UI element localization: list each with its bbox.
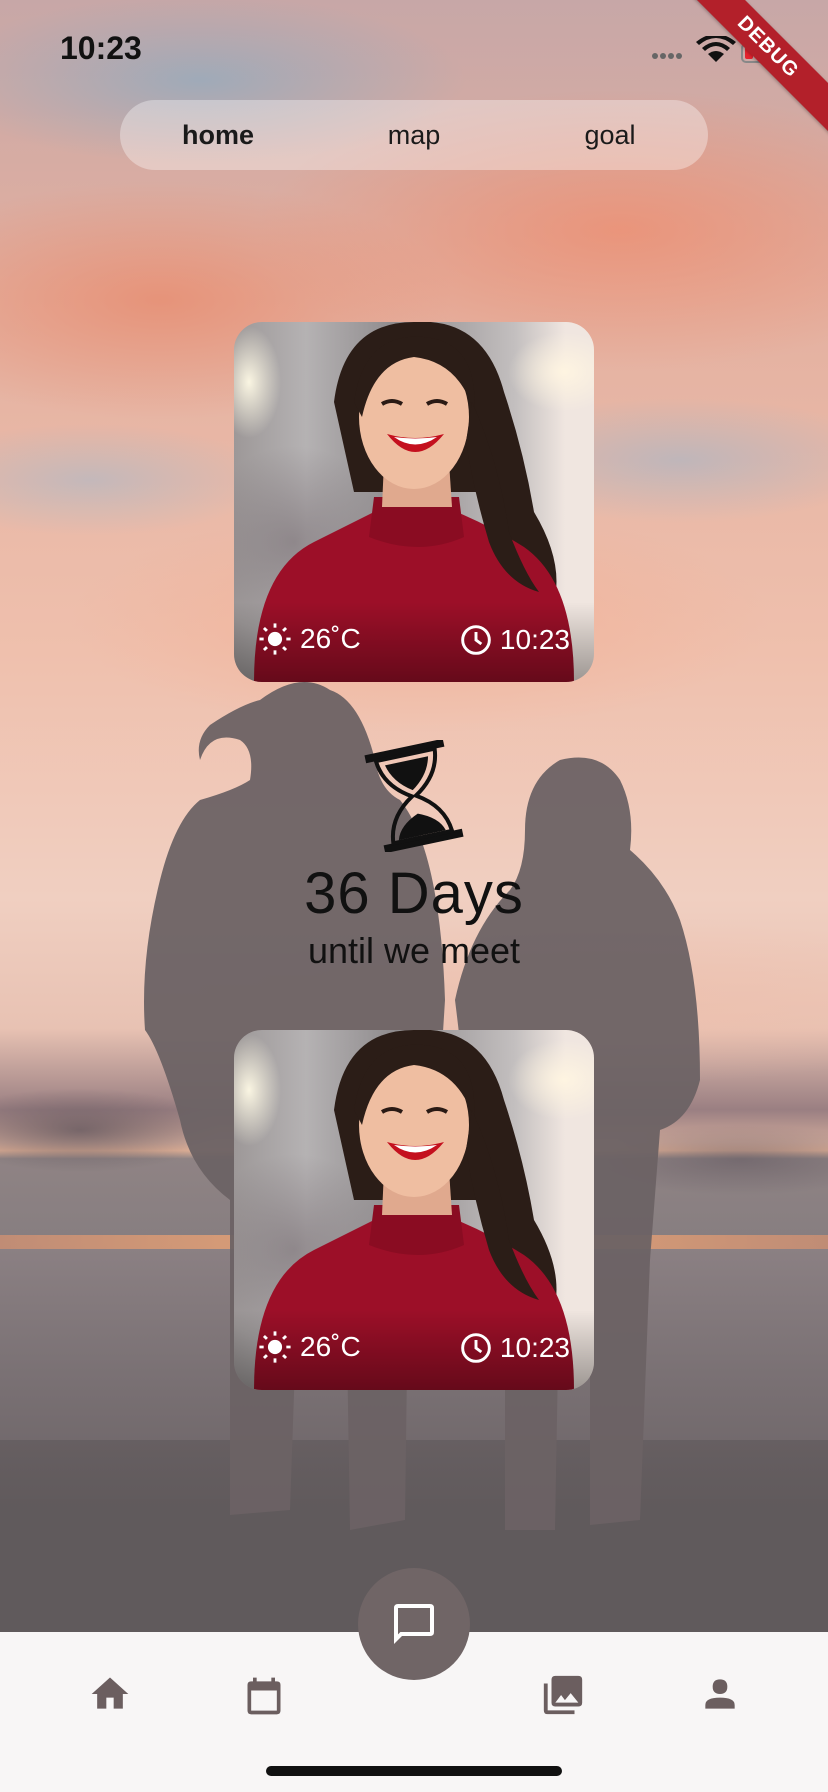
tab-map[interactable]: map <box>316 120 512 151</box>
days-remaining: 36 Days <box>304 861 524 926</box>
weather-info: 26˚C <box>258 1330 361 1364</box>
home-indicator[interactable] <box>266 1766 562 1776</box>
weather-info: 26˚C <box>258 622 361 656</box>
person-icon[interactable] <box>698 1672 742 1716</box>
hourglass-icon <box>364 740 464 852</box>
temperature-label: 26˚C <box>300 1331 361 1362</box>
clock-icon <box>461 1333 491 1363</box>
home-icon[interactable] <box>88 1672 132 1716</box>
status-time: 10:23 <box>60 30 142 66</box>
temperature-label: 26˚C <box>300 623 361 654</box>
local-time-info: 10:23 <box>460 1332 570 1364</box>
chat-icon <box>394 1604 434 1644</box>
tab-goal[interactable]: goal <box>512 120 708 151</box>
local-time-label: 10:23 <box>499 624 570 655</box>
chat-button[interactable] <box>358 1568 470 1680</box>
photo-library-icon[interactable] <box>540 1672 586 1718</box>
clock-icon <box>461 625 491 655</box>
local-time-label: 10:23 <box>499 1332 570 1363</box>
my-photo-card[interactable]: 26˚C 10:23 <box>234 1030 594 1390</box>
countdown-subtitle: until we meet <box>307 930 521 971</box>
local-time-info: 10:23 <box>460 624 570 656</box>
top-tab-bar: home map goal <box>120 100 708 170</box>
calendar-icon[interactable] <box>242 1672 286 1720</box>
sun-icon <box>259 1331 291 1363</box>
signal-icon <box>652 53 682 59</box>
tab-home[interactable]: home <box>120 120 316 151</box>
wifi-icon <box>696 36 736 62</box>
partner-photo-card[interactable]: 26˚C 10:23 <box>234 322 594 682</box>
sun-icon <box>259 623 291 655</box>
